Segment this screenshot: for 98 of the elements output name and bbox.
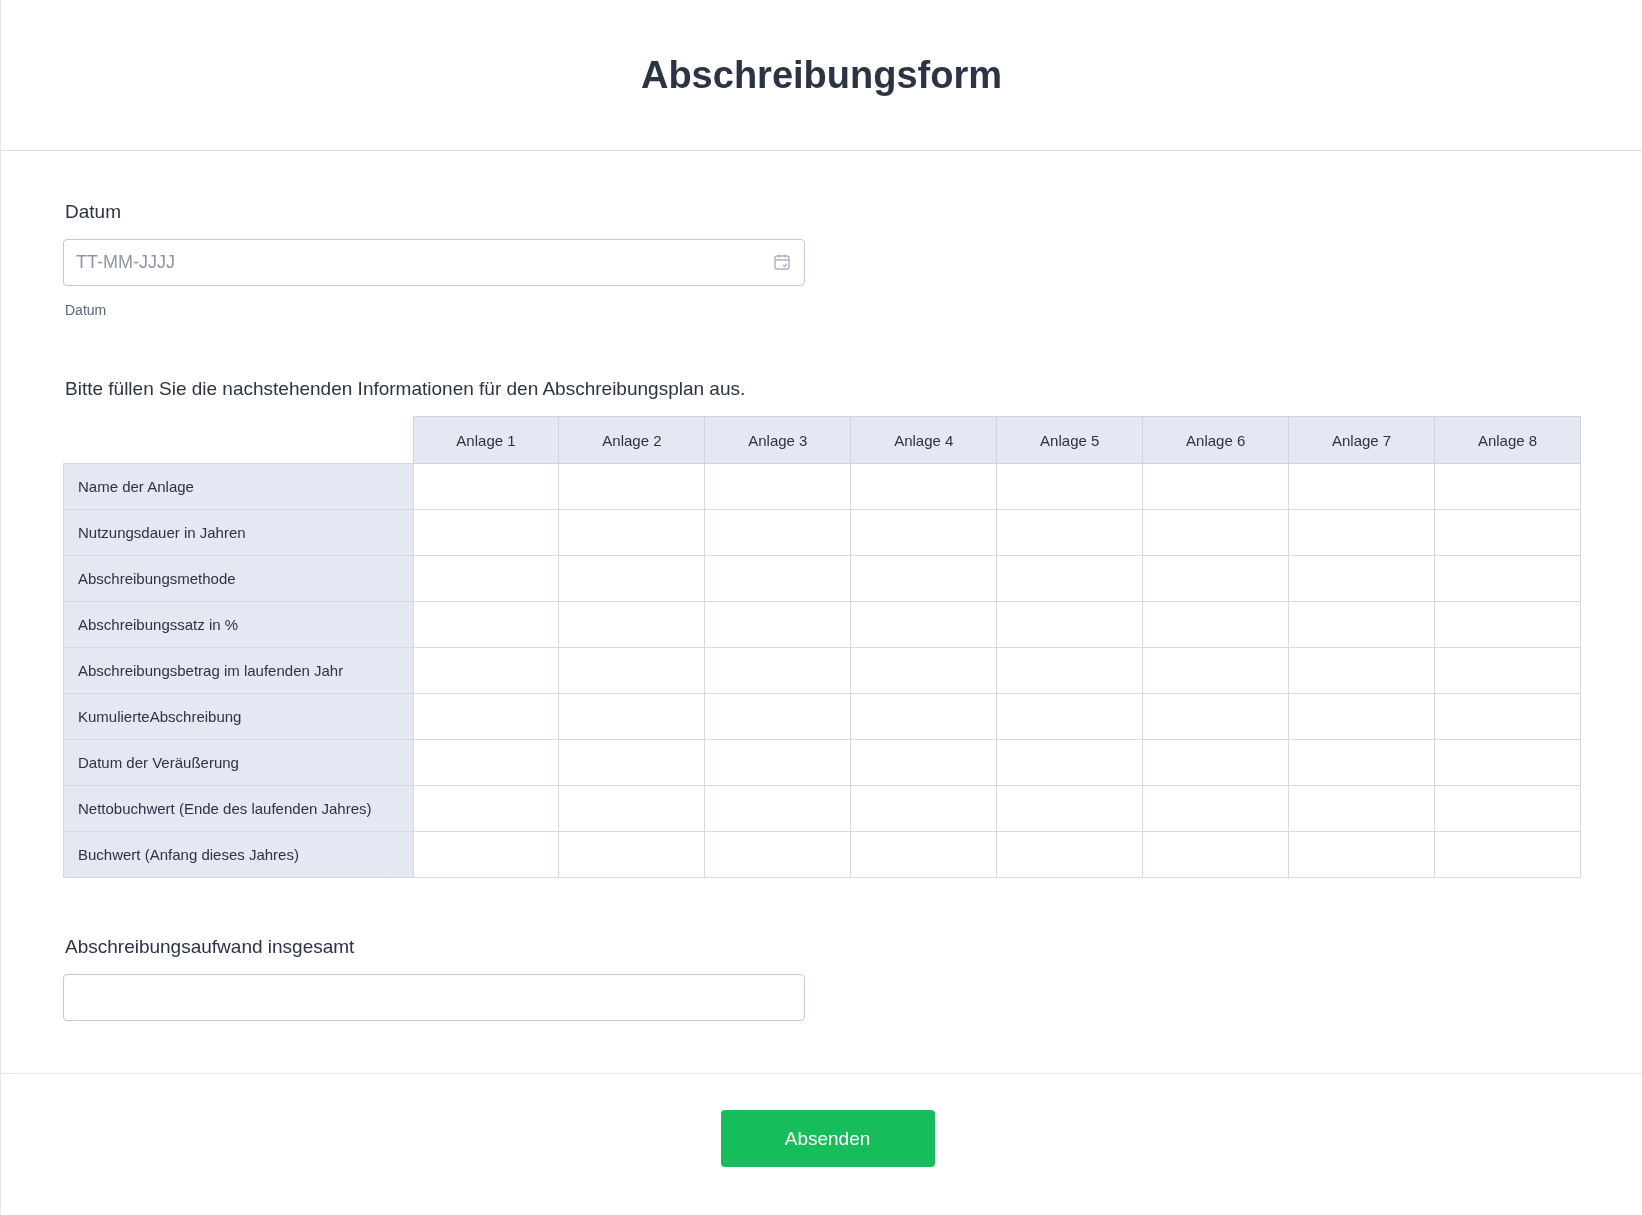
table-cell[interactable] bbox=[704, 601, 851, 648]
row-header: Nettobuchwert (Ende des laufenden Jahres) bbox=[63, 785, 413, 832]
row-header: Nutzungsdauer in Jahren bbox=[63, 509, 413, 556]
table-cell[interactable] bbox=[1142, 785, 1289, 832]
table-cell[interactable] bbox=[1434, 831, 1581, 878]
calendar-icon[interactable] bbox=[773, 253, 791, 271]
table-cell[interactable] bbox=[558, 693, 705, 740]
column-header: Anlage 8 bbox=[1434, 416, 1581, 464]
table-cell[interactable] bbox=[850, 785, 997, 832]
table-cell[interactable] bbox=[413, 693, 559, 740]
table-cell[interactable] bbox=[558, 785, 705, 832]
table-cell[interactable] bbox=[1434, 739, 1581, 786]
table-cell[interactable] bbox=[704, 555, 851, 602]
table-cell[interactable] bbox=[704, 463, 851, 510]
table-cell[interactable] bbox=[1288, 509, 1435, 556]
row-header: Name der Anlage bbox=[63, 463, 413, 510]
table-cell[interactable] bbox=[413, 831, 559, 878]
table-cell[interactable] bbox=[1434, 785, 1581, 832]
submit-button[interactable]: Absenden bbox=[720, 1110, 935, 1167]
table-cell[interactable] bbox=[1142, 739, 1289, 786]
table-cell[interactable] bbox=[704, 785, 851, 832]
table-cell[interactable] bbox=[413, 785, 559, 832]
table-cell[interactable] bbox=[1142, 463, 1289, 510]
table-cell[interactable] bbox=[996, 601, 1143, 648]
table-cell[interactable] bbox=[704, 739, 851, 786]
table-cell[interactable] bbox=[413, 555, 559, 602]
field-label: Datum bbox=[65, 201, 121, 223]
table-cell[interactable] bbox=[850, 555, 997, 602]
table-cell[interactable] bbox=[996, 831, 1143, 878]
field-sublabel: Datum bbox=[65, 302, 107, 318]
table-cell[interactable] bbox=[996, 463, 1143, 510]
column-header: Anlage 5 bbox=[996, 416, 1143, 464]
table-cell[interactable] bbox=[704, 693, 851, 740]
table-cell[interactable] bbox=[1142, 693, 1289, 740]
row-header: Datum der Veräußerung bbox=[63, 739, 413, 786]
column-header: Anlage 7 bbox=[1288, 416, 1435, 464]
table-cell[interactable] bbox=[996, 647, 1143, 694]
table-cell[interactable] bbox=[413, 739, 559, 786]
table-cell[interactable] bbox=[558, 509, 705, 556]
table-cell[interactable] bbox=[1434, 647, 1581, 694]
table-cell[interactable] bbox=[996, 693, 1143, 740]
table-cell[interactable] bbox=[1434, 463, 1581, 510]
table-cell[interactable] bbox=[558, 555, 705, 602]
total-input-field[interactable] bbox=[63, 974, 805, 1021]
table-cell[interactable] bbox=[996, 739, 1143, 786]
table-cell[interactable] bbox=[413, 601, 559, 648]
table-cell[interactable] bbox=[558, 601, 705, 648]
table-cell[interactable] bbox=[704, 647, 851, 694]
table-cell[interactable] bbox=[1142, 647, 1289, 694]
column-header: Anlage 2 bbox=[558, 416, 705, 464]
column-header: Anlage 1 bbox=[413, 416, 559, 464]
table-cell[interactable] bbox=[850, 601, 997, 648]
table-cell[interactable] bbox=[1288, 693, 1435, 740]
table-cell[interactable] bbox=[996, 785, 1143, 832]
table-cell[interactable] bbox=[850, 509, 997, 556]
row-header: Buchwert (Anfang dieses Jahres) bbox=[63, 831, 413, 878]
table-cell[interactable] bbox=[996, 555, 1143, 602]
field-label: Abschreibungsaufwand insgesamt bbox=[65, 936, 355, 958]
table-cell[interactable] bbox=[1142, 555, 1289, 602]
table-cell[interactable] bbox=[1288, 463, 1435, 510]
table-cell[interactable] bbox=[413, 647, 559, 694]
column-header: Anlage 3 bbox=[704, 416, 851, 464]
table-cell[interactable] bbox=[850, 647, 997, 694]
table-cell[interactable] bbox=[413, 509, 559, 556]
table-cell[interactable] bbox=[1288, 601, 1435, 648]
column-header: Anlage 4 bbox=[850, 416, 997, 464]
table-cell[interactable] bbox=[558, 463, 705, 510]
table-cell[interactable] bbox=[1434, 509, 1581, 556]
table-cell[interactable] bbox=[996, 509, 1143, 556]
table-cell[interactable] bbox=[1288, 555, 1435, 602]
row-header: Abschreibungsbetrag im laufenden Jahr bbox=[63, 647, 413, 694]
table-cell[interactable] bbox=[413, 463, 559, 510]
table-cell[interactable] bbox=[850, 739, 997, 786]
row-header: Abschreibungssatz in % bbox=[63, 601, 413, 648]
row-header: Abschreibungsmethode bbox=[63, 555, 413, 602]
table-cell[interactable] bbox=[1142, 601, 1289, 648]
table-cell[interactable] bbox=[558, 831, 705, 878]
table-cell[interactable] bbox=[558, 647, 705, 694]
table-cell[interactable] bbox=[850, 463, 997, 510]
column-header: Anlage 6 bbox=[1142, 416, 1289, 464]
table-cell[interactable] bbox=[1288, 739, 1435, 786]
table-cell[interactable] bbox=[558, 739, 705, 786]
table-cell[interactable] bbox=[1142, 509, 1289, 556]
date-field[interactable]: TT-MM-JJJJ bbox=[63, 239, 805, 286]
form-title: Abschreibungsform bbox=[640, 53, 1002, 97]
row-header: KumulierteAbschreibung bbox=[63, 693, 413, 740]
table-cell[interactable] bbox=[1434, 693, 1581, 740]
table-instruction: Bitte füllen Sie die nachstehenden Informationen für den Abschreibungsplan aus. bbox=[65, 378, 746, 400]
table-cell[interactable] bbox=[704, 831, 851, 878]
table-cell[interactable] bbox=[704, 509, 851, 556]
table-cell[interactable] bbox=[850, 831, 997, 878]
table-cell[interactable] bbox=[1434, 555, 1581, 602]
table-cell[interactable] bbox=[1142, 831, 1289, 878]
table-cell[interactable] bbox=[1288, 785, 1435, 832]
table-cell[interactable] bbox=[1288, 647, 1435, 694]
table-cell[interactable] bbox=[850, 693, 997, 740]
table-cell[interactable] bbox=[1288, 831, 1435, 878]
table-cell[interactable] bbox=[1434, 601, 1581, 648]
